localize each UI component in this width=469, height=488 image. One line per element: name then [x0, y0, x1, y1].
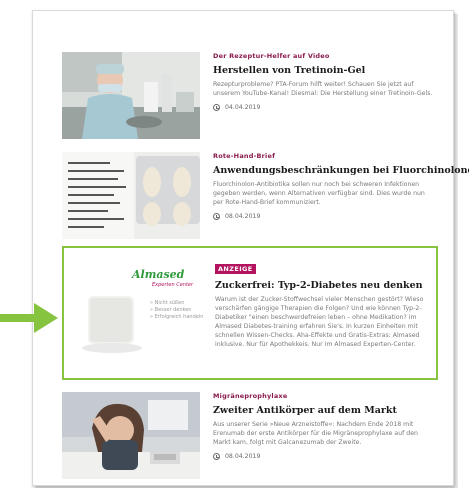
article-teaser: Fluorchinolon-Antibiotika sollen nur noc… [213, 181, 425, 206]
article-date: 08.04.2019 [213, 213, 435, 220]
date-text: 08.04.2019 [225, 213, 261, 220]
article-title[interactable]: Anwendungsbeschränkungen bei Fluorchinol… [213, 165, 469, 177]
article-date: 08.04.2019 [213, 453, 435, 460]
woman-headache-photo[interactable] [62, 392, 200, 479]
green-arrow-icon [0, 303, 58, 333]
brand-logo: Almased [132, 268, 185, 281]
lab-technician-photo[interactable] [62, 52, 200, 139]
article-title[interactable]: Zweiter Antikörper auf dem Markt [213, 405, 435, 417]
clock-icon [213, 453, 220, 460]
article-title[interactable]: Herstellen von Tretinoin-Gel [213, 65, 435, 77]
almased-sugar-cube[interactable]: Almased Experten Center » Nicht süßen » … [70, 256, 208, 366]
article-title[interactable]: Zuckerfrei: Typ-2-Diabetes neu denken [215, 280, 433, 292]
brand-tagline: » Nicht süßen » Besser denken » Erfolgre… [150, 300, 204, 320]
clock-icon [213, 104, 220, 111]
sponsored-ad-box[interactable]: Almased Experten Center » Nicht süßen » … [62, 246, 438, 380]
ad-badge: ANZEIGE [215, 264, 256, 274]
article-teaser: Rezepturprobleme? PTA-Forum hilft weiter… [213, 81, 433, 97]
clock-icon [213, 213, 220, 220]
article-teaser: Aus unserer Serie »Neue Arzneistoffe«: N… [213, 421, 418, 446]
article-kicker[interactable]: Rote-Hand-Brief [213, 152, 435, 160]
article-kicker[interactable]: Der Rezeptur-Helfer auf Video [213, 52, 435, 60]
article-date: 04.04.2019 [213, 104, 435, 111]
date-text: 08.04.2019 [225, 453, 261, 460]
article-kicker[interactable]: Migräneprophylaxe [213, 392, 435, 400]
article-teaser: Warum ist der Zucker-Stoffwechsel vieler… [215, 296, 424, 348]
package-insert-pills-photo[interactable] [62, 152, 200, 239]
brand-subline: Experten Center [152, 282, 194, 288]
date-text: 04.04.2019 [225, 104, 261, 111]
